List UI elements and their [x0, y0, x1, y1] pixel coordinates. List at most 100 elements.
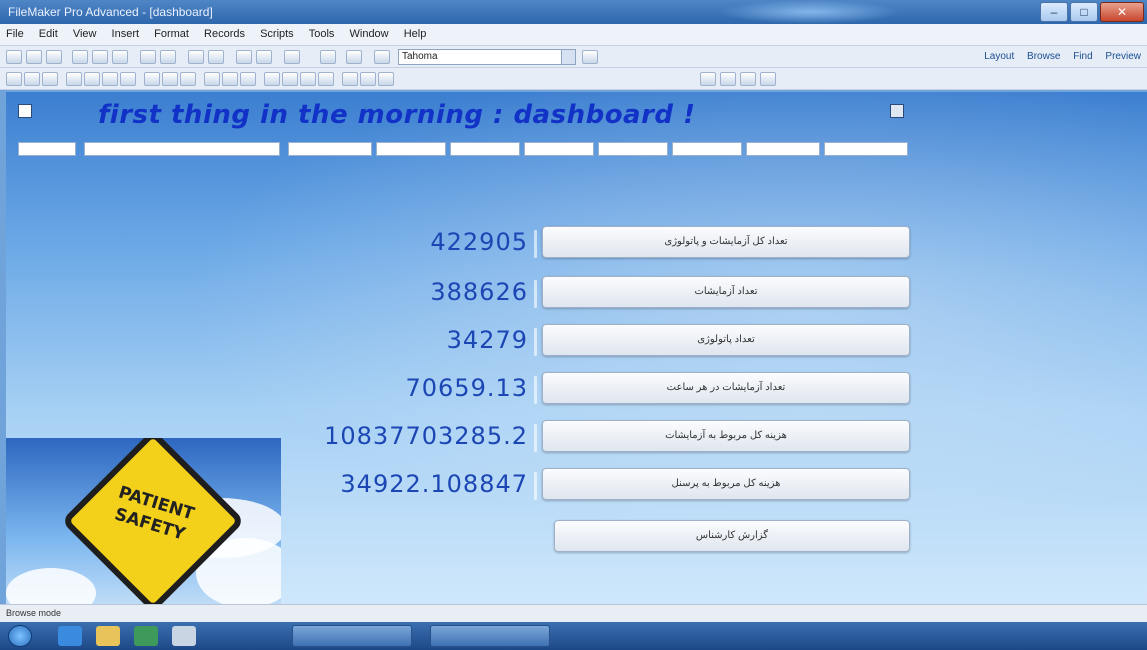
preview-icon[interactable]	[256, 50, 272, 64]
redo-icon[interactable]	[160, 50, 176, 64]
mode-link-preview[interactable]: Preview	[1105, 51, 1141, 62]
metric-divider	[534, 376, 537, 404]
undo-icon[interactable]	[140, 50, 156, 64]
formatting-toolbar	[0, 68, 1147, 90]
justify-icon[interactable]	[120, 72, 136, 86]
folder-icon[interactable]	[96, 626, 120, 646]
text-color-icon[interactable]	[204, 72, 220, 86]
align-left-icon[interactable]	[66, 72, 82, 86]
paste-icon[interactable]	[112, 50, 128, 64]
print-layout-icon[interactable]	[890, 104, 904, 118]
metric-button-test-cost[interactable]: هزینه کل مربوط به آزمایشات	[542, 420, 910, 452]
arrange-icon[interactable]	[700, 72, 716, 86]
size-icon[interactable]	[582, 50, 598, 64]
menu-help[interactable]: Help	[398, 24, 433, 44]
metric-button-total[interactable]: تعداد کل آزمایشات و پاتولوژی	[542, 226, 910, 258]
metric-button-per-hour[interactable]: تعداد آزمایشات در هر ساعت	[542, 372, 910, 404]
mode-link-layout[interactable]: Layout	[984, 51, 1014, 62]
chevron-down-icon[interactable]	[561, 50, 575, 64]
sort-icon[interactable]	[188, 50, 204, 64]
metric-divider	[534, 230, 537, 258]
print-icon[interactable]	[236, 50, 252, 64]
font-select[interactable]: Tahoma	[398, 49, 576, 65]
chart-icon[interactable]	[320, 50, 336, 64]
start-button[interactable]	[8, 625, 32, 647]
metric-value-test-cost: 10837703285.2	[324, 422, 528, 450]
align-right-icon[interactable]	[102, 72, 118, 86]
status-mode: Browse mode	[6, 608, 62, 618]
save-icon[interactable]	[46, 50, 62, 64]
spellcheck-icon[interactable]	[284, 50, 300, 64]
taskbar-task-filemaker[interactable]	[430, 625, 550, 647]
metric-button-tests[interactable]: تعداد آزمایشات	[542, 276, 910, 308]
metric-value-staff-cost: 34922.108847	[340, 470, 528, 498]
menu-edit[interactable]: Edit	[33, 24, 64, 44]
menu-records[interactable]: Records	[198, 24, 251, 44]
metric-button-pathology[interactable]: تعداد پاتولوژی	[542, 324, 910, 356]
metric-divider	[534, 328, 537, 356]
metric-button-staff-cost[interactable]: هزینه کل مربوط به پرسنل	[542, 468, 910, 500]
filter-field[interactable]	[450, 142, 520, 156]
titlebar-glow	[720, 0, 900, 24]
menu-insert[interactable]: Insert	[106, 24, 146, 44]
metric-divider	[534, 280, 537, 308]
mode-link-find[interactable]: Find	[1073, 51, 1092, 62]
line-color-icon[interactable]	[240, 72, 256, 86]
line-spacing-icon[interactable]	[144, 72, 160, 86]
filter-field[interactable]	[746, 142, 820, 156]
new-record-icon[interactable]	[6, 50, 22, 64]
pen-icon[interactable]	[264, 72, 280, 86]
group-icon[interactable]	[720, 72, 736, 86]
web-viewer-icon[interactable]	[378, 72, 394, 86]
standard-toolbar: Tahoma Layout Browse Find Preview	[0, 46, 1147, 68]
tab-control-icon[interactable]	[360, 72, 376, 86]
taskbar-task-browser[interactable]	[292, 625, 412, 647]
italic-icon[interactable]	[24, 72, 40, 86]
maximize-button[interactable]: □	[1070, 2, 1098, 22]
button-tool-icon[interactable]	[300, 72, 316, 86]
filter-field[interactable]	[376, 142, 446, 156]
open-icon[interactable]	[26, 50, 42, 64]
outdent-icon[interactable]	[180, 72, 196, 86]
cut-icon[interactable]	[72, 50, 88, 64]
align-objects-icon[interactable]	[760, 72, 776, 86]
home-icon[interactable]	[18, 104, 32, 118]
indent-icon[interactable]	[162, 72, 178, 86]
app-icon[interactable]	[172, 626, 196, 646]
shape-icon[interactable]	[282, 72, 298, 86]
expert-report-button[interactable]: گزارش کارشناس	[554, 520, 910, 552]
minimize-button[interactable]: –	[1040, 2, 1068, 22]
bold-icon[interactable]	[6, 72, 22, 86]
lock-icon[interactable]	[740, 72, 756, 86]
page-title: first thing in the morning : dashboard !	[98, 100, 696, 130]
menu-format[interactable]: Format	[148, 24, 195, 44]
menu-scripts[interactable]: Scripts	[254, 24, 300, 44]
fill-color-icon[interactable]	[222, 72, 238, 86]
app-icon[interactable]	[134, 626, 158, 646]
find-icon[interactable]	[208, 50, 224, 64]
menu-window[interactable]: Window	[344, 24, 395, 44]
underline-icon[interactable]	[42, 72, 58, 86]
field-tool-icon[interactable]	[318, 72, 334, 86]
filter-field[interactable]	[672, 142, 742, 156]
align-center-icon[interactable]	[84, 72, 100, 86]
filter-field[interactable]	[598, 142, 668, 156]
export-icon[interactable]	[374, 50, 390, 64]
menu-file[interactable]: File	[0, 24, 30, 44]
close-button[interactable]: ✕	[1100, 2, 1144, 22]
browser-icon[interactable]	[58, 626, 82, 646]
metric-divider	[534, 472, 537, 500]
portal-icon[interactable]	[342, 72, 358, 86]
import-icon[interactable]	[346, 50, 362, 64]
filter-field[interactable]	[824, 142, 908, 156]
filter-field[interactable]	[18, 142, 76, 156]
metric-value-total: 422905	[430, 228, 528, 256]
mode-link-browse[interactable]: Browse	[1027, 51, 1060, 62]
filter-field[interactable]	[524, 142, 594, 156]
filter-field[interactable]	[288, 142, 372, 156]
menu-view[interactable]: View	[67, 24, 103, 44]
filter-field[interactable]	[84, 142, 280, 156]
menu-tools[interactable]: Tools	[303, 24, 341, 44]
mode-links: Layout Browse Find Preview	[974, 51, 1141, 62]
copy-icon[interactable]	[92, 50, 108, 64]
